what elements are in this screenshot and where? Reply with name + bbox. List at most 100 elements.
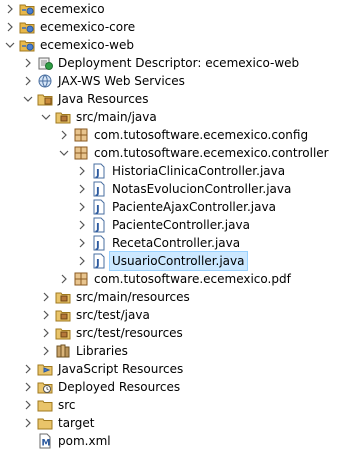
tree-item-label: RecetaController.java xyxy=(112,236,241,250)
libraries-icon xyxy=(55,343,71,359)
java-file-icon: J xyxy=(91,199,107,215)
twisty-collapsed-icon[interactable] xyxy=(22,414,34,432)
tree-item-label: src/test/java xyxy=(76,308,150,322)
tree-item-java-resources[interactable]: Java Resources xyxy=(22,90,148,108)
tree-item-jax-ws-web-services[interactable]: JAX-WS Web Services xyxy=(22,72,185,90)
tree-item-java-file[interactable]: J PacienteAjaxController.java xyxy=(76,198,276,216)
tree-item-ecemexico-web[interactable]: ecemexico-web xyxy=(4,36,134,54)
twisty-expanded-icon[interactable] xyxy=(40,108,52,126)
twisty-expanded-icon[interactable] xyxy=(4,36,16,54)
twisty-collapsed-icon[interactable] xyxy=(22,72,34,90)
tree-item-java-file[interactable]: J HistoriaClinicaController.java xyxy=(76,162,285,180)
twisty-collapsed-icon[interactable] xyxy=(76,216,88,234)
svg-text:J: J xyxy=(95,258,100,269)
tree-item-java-file[interactable]: J NotasEvolucionController.java xyxy=(76,180,291,198)
tree-item-deployed-resources[interactable]: Deployed Resources xyxy=(22,378,180,396)
tree-item-src-test-resources[interactable]: src/test/resources xyxy=(40,324,183,342)
twisty-collapsed-icon[interactable] xyxy=(76,198,88,216)
tree-item-pom-xml[interactable]: M pom.xml xyxy=(22,432,111,450)
tree-item-label: Libraries xyxy=(76,344,128,358)
tree-item-src-test-java[interactable]: src/test/java xyxy=(40,306,150,324)
tree-item-label: com.tutosoftware.ecemexico.controller xyxy=(94,146,329,160)
twisty-collapsed-icon[interactable] xyxy=(22,360,34,378)
twisty-collapsed-icon[interactable] xyxy=(40,342,52,360)
java-file-icon: J xyxy=(91,217,107,233)
tree-item-package-config[interactable]: com.tutosoftware.ecemexico.config xyxy=(58,126,308,144)
tree-item-label: PacienteController.java xyxy=(112,218,250,232)
tree-item-java-file[interactable]: J PacienteController.java xyxy=(76,216,250,234)
folder-icon xyxy=(37,415,53,431)
tree-item-java-file-selected[interactable]: J UsuarioController.java xyxy=(76,251,248,271)
svg-text:J: J xyxy=(95,240,100,251)
source-folder-icon xyxy=(55,109,71,125)
java-file-icon: J xyxy=(91,253,107,269)
tree-item-ecemexico[interactable]: ecemexico xyxy=(4,0,105,18)
package-icon xyxy=(73,145,89,161)
twisty-expanded-icon[interactable] xyxy=(58,144,70,162)
tree-item-label: Deployment Descriptor: ecemexico-web xyxy=(58,56,300,70)
tree-item-label: ecemexico-core xyxy=(40,20,136,34)
javascript-resources-icon xyxy=(37,361,53,377)
tree-item-label: Java Resources xyxy=(58,92,149,106)
tree-item-label: Deployed Resources xyxy=(58,380,181,394)
tree-item-label: NotasEvolucionController.java xyxy=(112,182,292,196)
deployed-resources-icon xyxy=(37,379,53,395)
tree-item-libraries[interactable]: Libraries xyxy=(40,342,128,360)
tree-item-label: UsuarioController.java xyxy=(109,251,248,271)
twisty-expanded-icon[interactable] xyxy=(22,90,34,108)
twisty-collapsed-icon[interactable] xyxy=(4,18,16,36)
svg-text:J: J xyxy=(95,204,100,215)
svg-text:J: J xyxy=(95,222,100,233)
tree-item-target-folder[interactable]: target xyxy=(22,414,95,432)
tree-item-label: src/test/resources xyxy=(76,326,183,340)
folder-icon xyxy=(37,397,53,413)
xml-file-icon: M xyxy=(37,433,53,449)
source-folder-icon xyxy=(55,325,71,341)
tree-item-package-pdf[interactable]: com.tutosoftware.ecemexico.pdf xyxy=(58,270,291,288)
twisty-collapsed-icon[interactable] xyxy=(4,0,16,18)
twisty-collapsed-icon[interactable] xyxy=(76,180,88,198)
twisty-collapsed-icon[interactable] xyxy=(58,270,70,288)
twisty-collapsed-icon[interactable] xyxy=(22,396,34,414)
tree-item-src-folder[interactable]: src xyxy=(22,396,76,414)
webservices-icon xyxy=(37,73,53,89)
tree-item-src-main-java[interactable]: src/main/java xyxy=(40,108,157,126)
tree-item-label: target xyxy=(58,416,95,430)
twisty-collapsed-icon[interactable] xyxy=(40,288,52,306)
project-icon xyxy=(19,1,35,17)
package-icon xyxy=(73,271,89,287)
tree-item-label: src xyxy=(58,398,76,412)
tree-item-label: JavaScript Resources xyxy=(58,362,184,376)
twisty-collapsed-icon[interactable] xyxy=(76,234,88,252)
package-icon xyxy=(73,127,89,143)
tree-item-ecemexico-core[interactable]: ecemexico-core xyxy=(4,18,135,36)
project-icon xyxy=(19,19,35,35)
tree-item-javascript-resources[interactable]: JavaScript Resources xyxy=(22,360,183,378)
twisty-collapsed-icon[interactable] xyxy=(40,324,52,342)
tree-item-label: com.tutosoftware.ecemexico.pdf xyxy=(94,272,291,286)
twisty-collapsed-icon[interactable] xyxy=(22,378,34,396)
tree-item-label: pom.xml xyxy=(58,434,111,448)
deployment-descriptor-icon xyxy=(37,55,53,71)
tree-item-label: src/main/java xyxy=(76,110,157,124)
tree-item-label: ecemexico xyxy=(40,2,105,16)
java-resources-icon xyxy=(37,91,53,107)
tree-item-src-main-resources[interactable]: src/main/resources xyxy=(40,288,190,306)
twisty-collapsed-icon[interactable] xyxy=(76,162,88,180)
twisty-collapsed-icon[interactable] xyxy=(58,126,70,144)
twisty-collapsed-icon[interactable] xyxy=(40,306,52,324)
project-explorer-tree: ecemexico ecemexico-core ecemexico-web D… xyxy=(0,0,346,453)
twisty-collapsed-icon[interactable] xyxy=(22,54,34,72)
tree-item-deployment-descriptor[interactable]: Deployment Descriptor: ecemexico-web xyxy=(22,54,299,72)
java-file-icon: J xyxy=(91,235,107,251)
tree-item-java-file[interactable]: J RecetaController.java xyxy=(76,234,240,252)
tree-item-label: PacienteAjaxController.java xyxy=(112,200,276,214)
tree-item-package-controller[interactable]: com.tutosoftware.ecemexico.controller xyxy=(58,144,329,162)
java-file-icon: J xyxy=(91,181,107,197)
tree-item-label: JAX-WS Web Services xyxy=(58,74,185,88)
tree-item-label: com.tutosoftware.ecemexico.config xyxy=(94,128,309,142)
source-folder-icon xyxy=(55,289,71,305)
twisty-collapsed-icon[interactable] xyxy=(76,252,88,270)
svg-text:M: M xyxy=(42,439,51,449)
